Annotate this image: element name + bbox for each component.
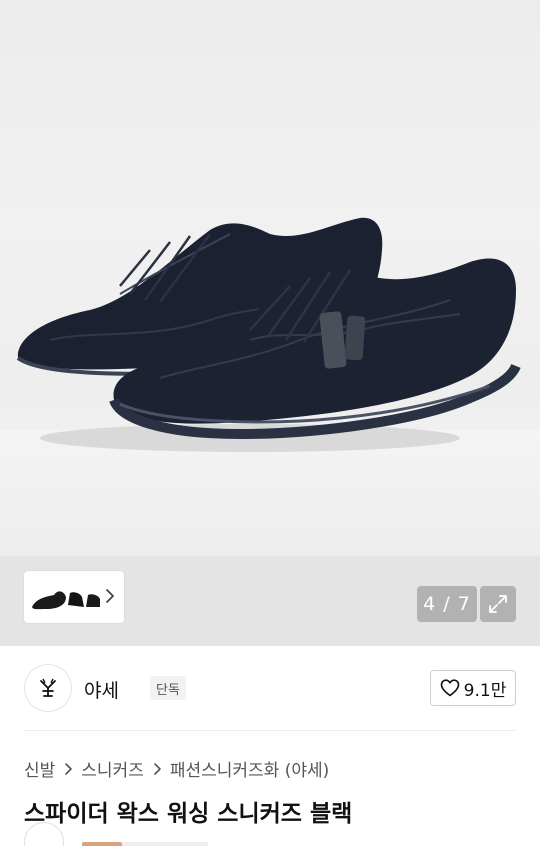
product-title: 스파이더 왁스 워싱 스니커즈 블랙 [24, 801, 353, 827]
product-image[interactable] [0, 190, 540, 470]
chevron-right-icon [60, 761, 76, 777]
expand-button[interactable] [480, 586, 516, 622]
like-button[interactable]: 9.1만 [430, 670, 516, 706]
exclusive-badge: 단독 [150, 676, 186, 700]
product-image-gallery[interactable]: 4 / 7 [0, 0, 540, 646]
next-row-placeholder-bar [122, 842, 208, 846]
breadcrumb-item-fashion-sneakers[interactable]: 패션스니커즈화 (야세) [170, 756, 329, 781]
breadcrumb-item-sneakers[interactable]: 스니커즈 [81, 756, 144, 781]
heart-outline-icon [440, 679, 459, 697]
next-row-accent-bar [82, 842, 122, 846]
like-count: 9.1만 [463, 680, 507, 701]
thumbnail-strip-button[interactable] [24, 571, 124, 623]
yase-logo-icon [40, 678, 56, 697]
chevron-right-icon [106, 589, 114, 603]
seller-name[interactable]: 야세 [84, 676, 119, 703]
breadcrumb: 신발 스니커즈 패션스니커즈화 (야세) [24, 756, 329, 781]
image-counter: 4 / 7 [417, 586, 477, 622]
divider [24, 730, 516, 731]
expand-icon [489, 595, 507, 613]
thumbnail-image [32, 591, 100, 610]
seller-row: 야세 단독 9.1만 [24, 664, 516, 714]
breadcrumb-item-shoes[interactable]: 신발 [24, 756, 55, 781]
seller-logo[interactable] [24, 664, 72, 712]
chevron-right-icon [149, 761, 165, 777]
